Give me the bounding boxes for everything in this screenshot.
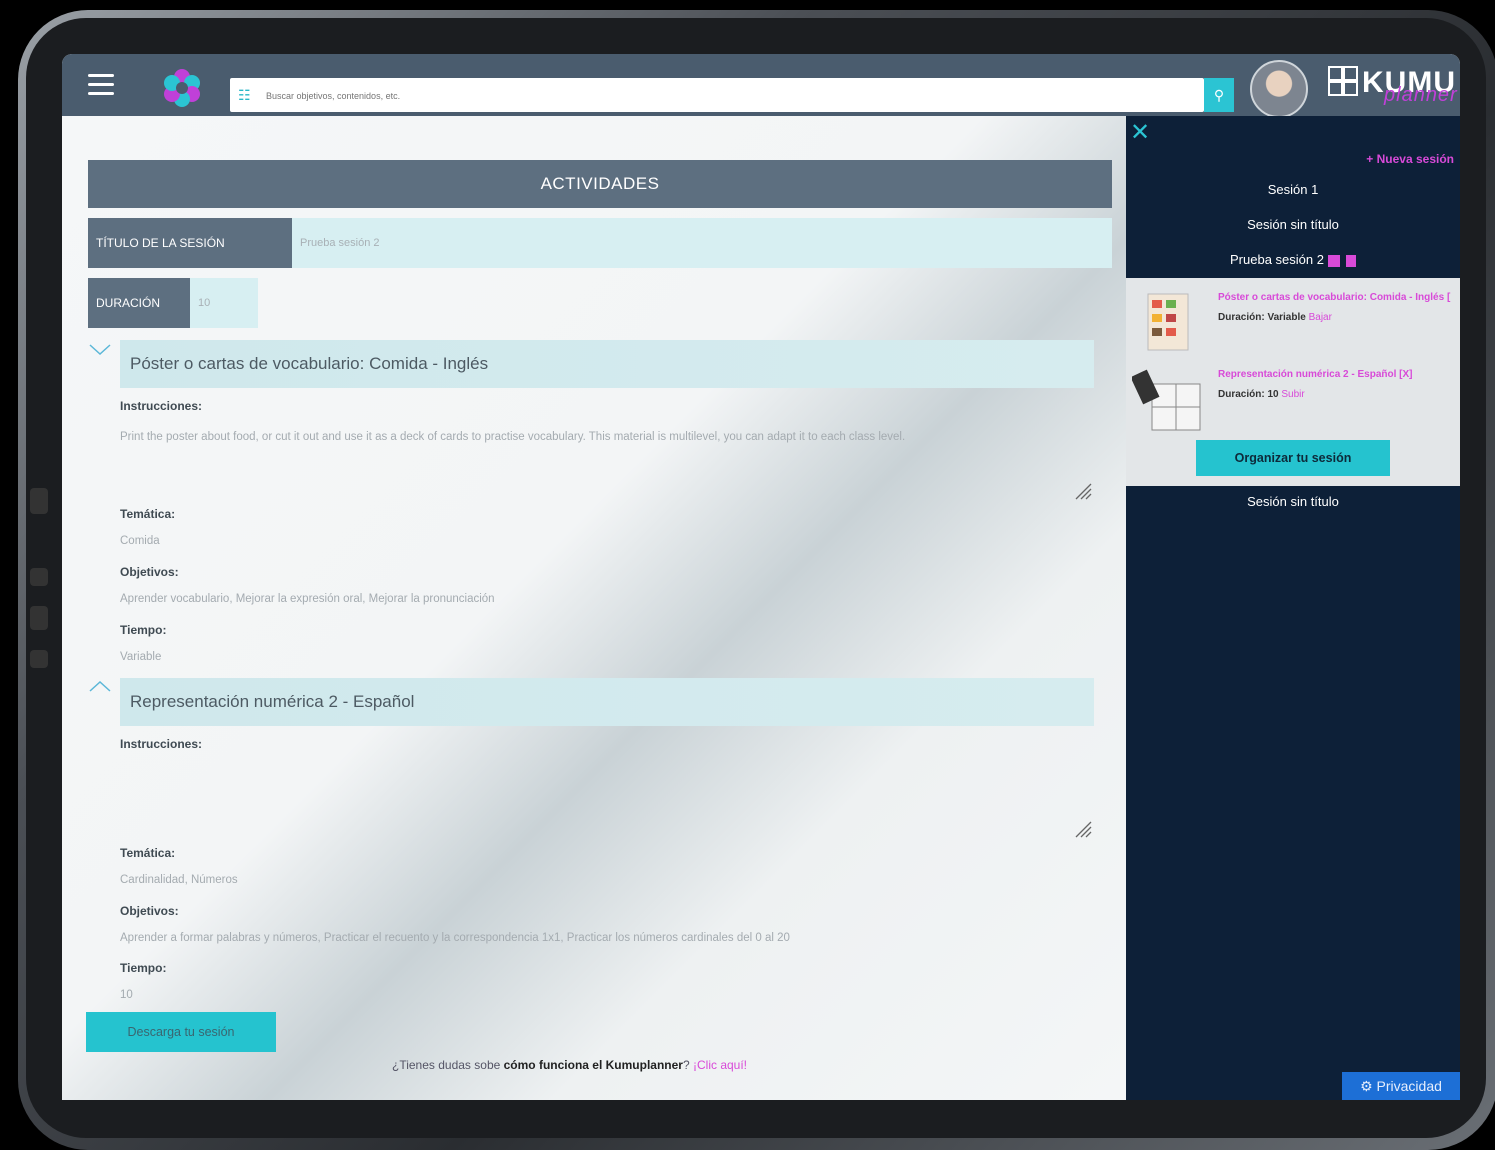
instructions-label: Instrucciones:	[120, 737, 203, 751]
privacy-button[interactable]: ⚙ Privacidad	[1342, 1072, 1460, 1100]
section-title: ACTIVIDADES	[88, 160, 1112, 208]
session-item-label: Prueba sesión 2	[1230, 252, 1324, 267]
help-q: ?	[682, 1058, 693, 1072]
duration-label: DURACIÓN	[88, 278, 190, 328]
instructions-text[interactable]	[120, 762, 1080, 822]
move-up-link[interactable]: Subir	[1281, 389, 1304, 400]
duration-label: Duración:	[1218, 312, 1265, 323]
search-input[interactable]	[264, 84, 1168, 108]
search-icon: ⚲	[1213, 87, 1225, 103]
main-content: ACTIVIDADES TÍTULO DE LA SESIÓN Prueba s…	[62, 116, 1126, 1100]
side-button	[30, 650, 48, 668]
session-title-label: TÍTULO DE LA SESIÓN	[88, 218, 292, 268]
session-item[interactable]: Sesión sin título	[1126, 217, 1460, 232]
download-session-button[interactable]: Descarga tu sesión	[86, 1012, 276, 1052]
help-text: ¿Tienes dudas sobe cómo funciona el Kumu…	[392, 1058, 747, 1072]
duration-value: 10	[1267, 389, 1279, 400]
filter-icon[interactable]: ☷	[238, 87, 251, 104]
session-activity-title[interactable]: Póster o cartas de vocabulario: Comida -…	[1218, 292, 1450, 303]
session-activity-title[interactable]: Representación numérica 2 - Español [X]	[1218, 369, 1413, 380]
objetivos-label: Objetivos:	[120, 904, 179, 918]
search-bar: ☷	[230, 78, 1204, 112]
objetivos-value: Aprender a formar palabras y números, Pr…	[120, 932, 790, 944]
app-screen: ☷ ⚲ KUMU planner ACTIVIDADES TÍTULO DE L…	[62, 54, 1460, 1100]
duration-label: Duración:	[1218, 389, 1265, 400]
side-button	[30, 568, 48, 586]
activity-title[interactable]: Representación numérica 2 - Español	[120, 678, 1094, 726]
tematica-value: Cardinalidad, Números	[120, 874, 238, 886]
tiempo-label: Tiempo:	[120, 623, 167, 637]
gear-icon: ⚙	[1360, 1078, 1373, 1094]
side-button	[30, 488, 48, 514]
objetivos-label: Objetivos:	[120, 565, 179, 579]
trash-icon[interactable]	[1345, 254, 1356, 267]
new-session-button[interactable]: + Nueva sesión	[1366, 152, 1454, 166]
session-item[interactable]: Sesión sin título	[1126, 494, 1460, 509]
duration-value: Variable	[1267, 312, 1306, 323]
duration-field[interactable]: 10	[190, 278, 258, 328]
side-button	[30, 606, 48, 630]
tiempo-value: Variable	[120, 651, 162, 663]
tematica-label: Temática:	[120, 846, 176, 860]
organize-session-button[interactable]: Organizar tu sesión	[1196, 440, 1390, 476]
session-activities-panel: Póster o cartas de vocabulario: Comida -…	[1126, 278, 1460, 486]
instructions-text[interactable]: Print the poster about food, or cut it o…	[120, 424, 1080, 450]
sessions-sidebar: ✕ + Nueva sesión Sesión 1 Sesión sin tít…	[1126, 116, 1460, 1100]
help-link[interactable]: ¡Clic aquí!	[693, 1058, 747, 1072]
close-icon[interactable]: ✕	[1130, 118, 1150, 147]
activity-title[interactable]: Póster o cartas de vocabulario: Comida -…	[120, 340, 1094, 388]
tematica-label: Temática:	[120, 507, 176, 521]
session-item[interactable]: Sesión 1	[1126, 182, 1460, 197]
logo-flower-icon[interactable]	[162, 68, 202, 108]
tiempo-label: Tiempo:	[120, 961, 167, 975]
tematica-value: Comida	[120, 535, 160, 547]
chevron-down-icon[interactable]	[88, 342, 112, 358]
chevron-up-icon[interactable]	[88, 678, 112, 694]
session-item-active[interactable]: Prueba sesión 2	[1126, 252, 1460, 267]
brand-grid-icon	[1328, 66, 1358, 97]
activity-thumbnail[interactable]	[1132, 366, 1202, 432]
brand-sub: planner	[1384, 84, 1458, 106]
avatar[interactable]	[1250, 60, 1308, 118]
help-prefix: ¿Tienes dudas sobe	[392, 1058, 504, 1072]
brand-logo[interactable]: KUMU planner	[1328, 66, 1457, 106]
search-button[interactable]: ⚲	[1204, 78, 1234, 112]
resize-handle-icon[interactable]	[1074, 482, 1092, 500]
activity-thumbnail[interactable]	[1142, 292, 1198, 352]
move-down-link[interactable]: Bajar	[1309, 312, 1332, 323]
menu-icon[interactable]	[88, 74, 114, 96]
edit-icon[interactable]	[1327, 254, 1340, 267]
top-bar: ☷ ⚲ KUMU planner	[62, 54, 1460, 118]
privacy-label: Privacidad	[1376, 1078, 1442, 1094]
session-activity-duration: Duración: 10 Subir	[1218, 389, 1305, 400]
objetivos-value: Aprender vocabulario, Mejorar la expresi…	[120, 593, 495, 605]
session-activity-duration: Duración: Variable Bajar	[1218, 312, 1332, 323]
instructions-label: Instrucciones:	[120, 399, 203, 413]
session-title-field[interactable]: Prueba sesión 2	[292, 218, 1112, 268]
tiempo-value: 10	[120, 989, 133, 1001]
resize-handle-icon[interactable]	[1074, 820, 1092, 838]
help-bold: cómo funciona el Kumuplanner	[503, 1058, 683, 1072]
